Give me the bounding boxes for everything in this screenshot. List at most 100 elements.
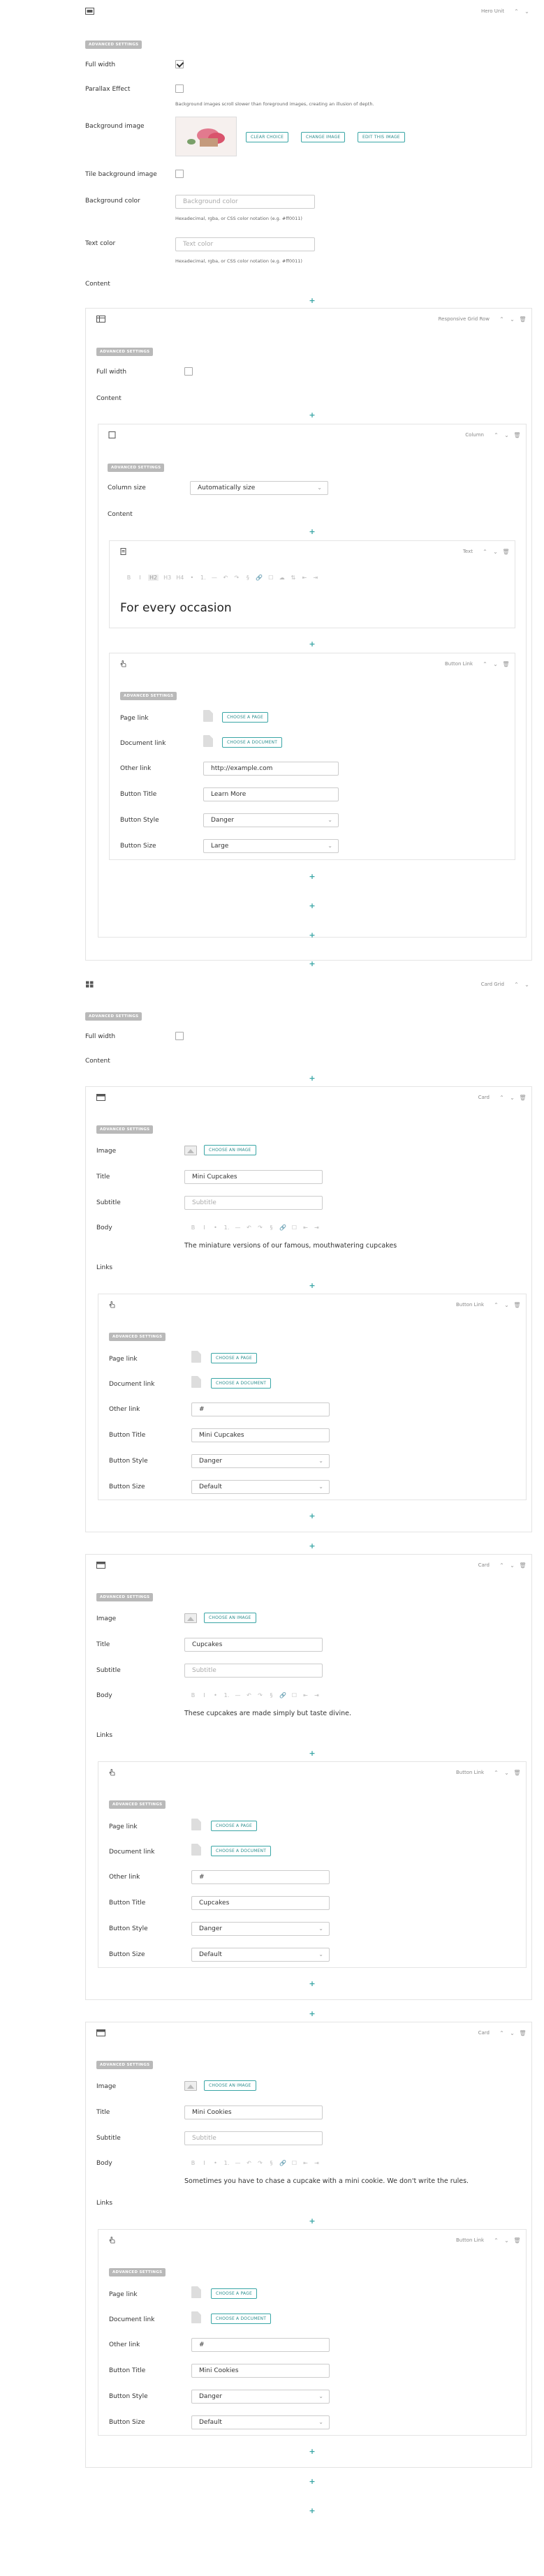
advanced-settings-toggle[interactable]: ADVANCED SETTINGS — [109, 1800, 166, 1809]
other-link-input[interactable]: # — [191, 1402, 330, 1416]
redo-button[interactable]: ↷ — [257, 1224, 263, 1231]
document-link-button[interactable]: ☐ — [291, 1224, 297, 1231]
italic-button[interactable]: I — [137, 575, 143, 581]
link-button[interactable]: 🔗 — [256, 575, 263, 581]
outdent-button[interactable]: ⇤ — [302, 1692, 309, 1698]
undo-button[interactable]: ↶ — [246, 2160, 252, 2166]
add-block-icon[interactable]: + — [309, 960, 316, 968]
chevron-up-icon[interactable]: ⌃ — [480, 661, 490, 667]
add-block-icon[interactable]: + — [309, 873, 316, 880]
chevron-up-icon[interactable]: ⌃ — [480, 549, 490, 555]
indent-button[interactable]: ⇥ — [314, 2160, 320, 2166]
chevron-down-icon[interactable]: ⌄ — [501, 432, 512, 438]
undo-button[interactable]: ↶ — [246, 1224, 252, 1231]
chevron-up-icon[interactable]: ⌃ — [497, 1562, 507, 1569]
numbered-list-button[interactable]: 1. — [223, 1692, 230, 1698]
numbered-list-button[interactable]: 1. — [223, 1224, 230, 1231]
document-link-button[interactable]: ☐ — [291, 2160, 297, 2166]
button-title-input[interactable]: Mini Cookies — [191, 2364, 330, 2378]
embed-button[interactable]: § — [268, 1224, 274, 1231]
link-button[interactable]: 🔗 — [279, 1224, 286, 1231]
other-link-input[interactable]: http://example.com — [203, 762, 339, 776]
bullet-list-button[interactable]: • — [212, 1224, 219, 1231]
change-image-button[interactable]: CHANGE IMAGE — [301, 132, 346, 142]
chevron-down-icon[interactable]: ⌄ — [501, 2237, 512, 2244]
button-title-input[interactable]: Mini Cupcakes — [191, 1428, 330, 1442]
full-width-checkbox[interactable] — [175, 1032, 184, 1040]
add-block-icon[interactable]: + — [309, 411, 316, 419]
chevron-up-icon[interactable]: ⌃ — [497, 1095, 507, 1101]
button-size-select[interactable]: Large ⌄ — [203, 839, 339, 853]
numbered-list-button[interactable]: 1. — [223, 2160, 230, 2166]
card-body-text[interactable]: Sometimes you have to chase a cupcake wi… — [184, 2177, 469, 2185]
hr-button[interactable]: — — [211, 575, 217, 581]
button-size-select[interactable]: Default ⌄ — [191, 1948, 330, 1962]
button-size-select[interactable]: Default ⌄ — [191, 1480, 330, 1494]
h2-button[interactable]: H2 — [148, 575, 159, 581]
button-style-select[interactable]: Danger ⌄ — [191, 1922, 330, 1936]
chevron-down-icon[interactable]: ⌄ — [501, 1770, 512, 1776]
bold-button[interactable]: B — [126, 575, 132, 581]
add-block-icon[interactable]: + — [309, 1512, 316, 1520]
indent-button[interactable]: ⇥ — [314, 1692, 320, 1698]
italic-button[interactable]: I — [201, 1692, 207, 1698]
chevron-up-icon[interactable]: ⌃ — [511, 8, 522, 15]
background-image-thumbnail[interactable] — [175, 117, 237, 156]
advanced-settings-toggle[interactable]: ADVANCED SETTINGS — [108, 464, 165, 472]
button-style-select[interactable]: Danger ⌄ — [203, 813, 339, 827]
trash-icon[interactable]: 🗑 — [512, 1302, 522, 1308]
choose-image-button[interactable]: CHOOSE AN IMAGE — [204, 1145, 256, 1155]
numbered-list-button[interactable]: 1. — [200, 575, 206, 581]
move-button[interactable]: ⇅ — [290, 575, 296, 581]
trash-icon[interactable]: 🗑 — [512, 1770, 522, 1776]
button-title-input[interactable]: Cupcakes — [191, 1896, 330, 1910]
button-style-select[interactable]: Danger ⌄ — [191, 2390, 330, 2404]
italic-button[interactable]: I — [201, 1224, 207, 1231]
rich-text-heading[interactable]: For every occasion — [120, 601, 232, 615]
tile-background-checkbox[interactable] — [175, 170, 184, 178]
h3-button[interactable]: H3 — [163, 575, 171, 581]
edit-image-button[interactable]: EDIT THIS IMAGE — [358, 132, 405, 142]
chevron-down-icon[interactable]: ⌄ — [522, 8, 532, 15]
parallax-checkbox[interactable] — [175, 84, 184, 93]
trash-icon[interactable]: 🗑 — [517, 2030, 528, 2036]
outdent-button[interactable]: ⇤ — [302, 1224, 309, 1231]
italic-button[interactable]: I — [201, 2160, 207, 2166]
advanced-settings-toggle[interactable]: ADVANCED SETTINGS — [96, 1593, 154, 1601]
trash-icon[interactable]: 🗑 — [517, 1562, 528, 1569]
add-block-icon[interactable]: + — [309, 902, 316, 910]
hr-button[interactable]: — — [235, 1692, 241, 1698]
outdent-button[interactable]: ⇤ — [302, 2160, 309, 2166]
chevron-up-icon[interactable]: ⌃ — [497, 2030, 507, 2036]
advanced-settings-toggle[interactable]: ADVANCED SETTINGS — [85, 1012, 142, 1021]
background-color-input[interactable]: Background color — [175, 195, 315, 209]
choose-page-button[interactable]: CHOOSE A PAGE — [211, 2288, 257, 2299]
card-body-text[interactable]: These cupcakes are made simply but taste… — [184, 1710, 351, 1717]
chevron-up-icon[interactable]: ⌃ — [497, 316, 507, 323]
redo-button[interactable]: ↷ — [257, 2160, 263, 2166]
add-block-icon[interactable]: + — [309, 2507, 316, 2515]
chevron-down-icon[interactable]: ⌄ — [507, 1562, 517, 1569]
indent-button[interactable]: ⇥ — [312, 575, 318, 581]
add-block-icon[interactable]: + — [309, 2217, 316, 2225]
add-block-icon[interactable]: + — [309, 640, 316, 648]
choose-document-button[interactable]: CHOOSE A DOCUMENT — [211, 2314, 272, 2324]
other-link-input[interactable]: # — [191, 1870, 330, 1884]
chevron-up-icon[interactable]: ⌃ — [511, 982, 522, 988]
bold-button[interactable]: B — [190, 1224, 196, 1231]
chevron-down-icon[interactable]: ⌄ — [490, 549, 501, 555]
redo-button[interactable]: ↷ — [233, 575, 240, 581]
add-block-icon[interactable]: + — [309, 1542, 316, 1550]
undo-button[interactable]: ↶ — [246, 1692, 252, 1698]
document-link-button[interactable]: ☐ — [267, 575, 274, 581]
link-button[interactable]: 🔗 — [279, 1692, 286, 1698]
image-button[interactable]: ☁ — [279, 575, 285, 581]
card-title-input[interactable]: Mini Cupcakes — [184, 1170, 323, 1184]
chevron-up-icon[interactable]: ⌃ — [491, 432, 501, 438]
advanced-settings-toggle[interactable]: ADVANCED SETTINGS — [120, 692, 177, 700]
card-title-input[interactable]: Mini Cookies — [184, 2105, 323, 2119]
hr-button[interactable]: — — [235, 2160, 241, 2166]
card-title-input[interactable]: Cupcakes — [184, 1638, 323, 1652]
button-size-select[interactable]: Default ⌄ — [191, 2415, 330, 2429]
add-block-icon[interactable]: + — [309, 1282, 316, 1289]
